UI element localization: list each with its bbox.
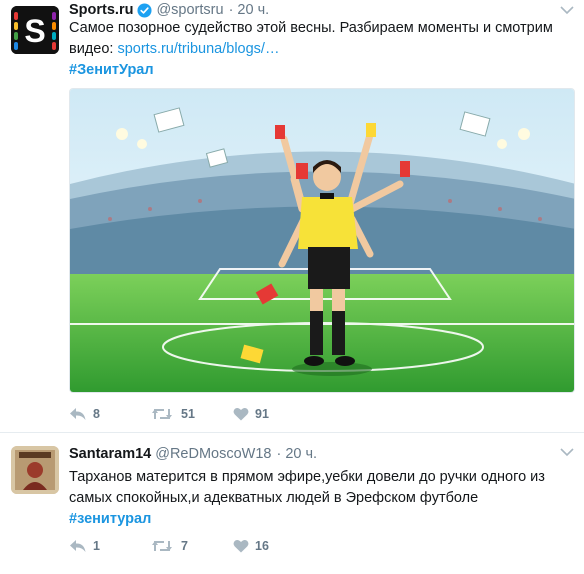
- retweet-icon: [152, 409, 172, 419]
- tweet-actions: 8 51 91: [69, 404, 315, 424]
- like-count: 16: [255, 539, 269, 553]
- reply-icon: [70, 540, 86, 552]
- timestamp[interactable]: 20 ч.: [285, 446, 317, 462]
- tweet-header: Sports.ru @sportsru · 20 ч.: [69, 0, 269, 20]
- tweet[interactable]: S Sports.ru @sportsru · 20 ч. Самое позо…: [0, 0, 584, 432]
- heart-icon: [233, 540, 249, 553]
- referee-illustration: [70, 89, 574, 392]
- sportsru-logo-icon: S: [11, 6, 59, 54]
- timestamp[interactable]: 20 ч.: [237, 2, 269, 18]
- tweet-actions: 1 7 16: [69, 536, 315, 556]
- chevron-down-icon[interactable]: [560, 447, 574, 457]
- reply-button[interactable]: 8: [69, 407, 151, 421]
- author-handle[interactable]: @ReDMoscoW18: [155, 446, 271, 462]
- retweet-count: 7: [181, 539, 188, 553]
- like-count: 91: [255, 407, 269, 421]
- avatar-letter: S: [24, 13, 45, 49]
- heart-icon: [233, 408, 249, 421]
- verified-badge-icon: [137, 2, 152, 18]
- separator-dot: ·: [276, 446, 282, 462]
- tweet[interactable]: Santaram14 @ReDMoscoW18 · 20 ч. Тарханов…: [0, 432, 584, 574]
- separator-dot: ·: [228, 2, 234, 18]
- author-handle[interactable]: @sportsru: [156, 2, 223, 18]
- tweet-link[interactable]: sports.ru/tribuna/blogs/…: [117, 41, 279, 57]
- chevron-down-icon[interactable]: [560, 5, 574, 15]
- author-name[interactable]: Santaram14: [69, 446, 151, 462]
- author-name[interactable]: Sports.ru: [69, 2, 133, 18]
- hashtag[interactable]: #ЗенитУрал: [69, 60, 575, 81]
- tweet-text: Тарханов матерится в прямом эфире,уебки …: [69, 467, 575, 530]
- hashtag[interactable]: #зенитурал: [69, 509, 575, 530]
- like-button[interactable]: 16: [233, 539, 315, 553]
- user-photo-icon: [11, 446, 59, 494]
- reply-count: 1: [93, 539, 100, 553]
- tweet-header: Santaram14 @ReDMoscoW18 · 20 ч.: [69, 444, 317, 464]
- retweet-icon: [152, 541, 172, 551]
- retweet-button[interactable]: 7: [151, 539, 233, 553]
- like-button[interactable]: 91: [233, 407, 315, 421]
- retweet-count: 51: [181, 407, 195, 421]
- reply-button[interactable]: 1: [69, 539, 151, 553]
- tweet-media-image[interactable]: [69, 88, 575, 393]
- reply-count: 8: [93, 407, 100, 421]
- avatar-santaram14[interactable]: [11, 446, 59, 494]
- retweet-button[interactable]: 51: [151, 407, 233, 421]
- tweet-text: Самое позорное судейство этой весны. Раз…: [69, 18, 575, 81]
- reply-icon: [70, 408, 86, 420]
- tweet-body: Тарханов матерится в прямом эфире,уебки …: [69, 469, 545, 506]
- avatar-sportsru[interactable]: S: [11, 6, 59, 54]
